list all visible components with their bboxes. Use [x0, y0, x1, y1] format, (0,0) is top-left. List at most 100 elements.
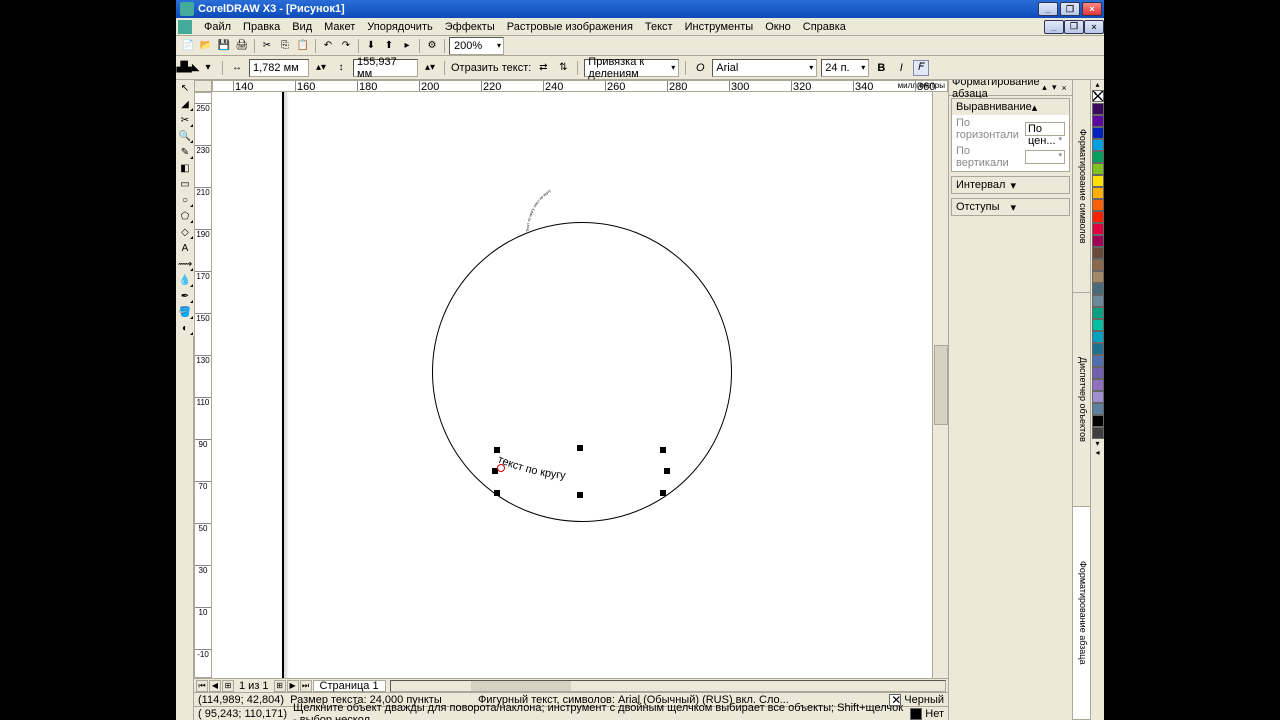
launch-icon[interactable]: ▸ — [399, 38, 415, 54]
spinner-icon[interactable]: ▴▾ — [313, 60, 329, 76]
color-swatch[interactable] — [1092, 151, 1104, 163]
crop-tool[interactable]: ✂ — [176, 112, 194, 128]
doc-minimize[interactable]: _ — [1044, 20, 1064, 34]
menu-file[interactable]: Файл — [198, 20, 237, 34]
color-swatch[interactable] — [1092, 415, 1104, 427]
sel-handle-tl[interactable] — [494, 447, 500, 453]
italic-icon[interactable]: I — [893, 60, 909, 76]
page-add-before-icon[interactable]: ⊞ — [222, 680, 234, 692]
undo-icon[interactable]: ↶ — [320, 38, 336, 54]
color-swatch[interactable] — [1092, 355, 1104, 367]
open-icon[interactable]: 📂 — [198, 38, 214, 54]
copy-icon[interactable]: ⎘ — [277, 38, 293, 54]
menu-layout[interactable]: Макет — [318, 20, 361, 34]
mirror-h-icon[interactable]: ⇄ — [535, 60, 551, 76]
zoom-select[interactable]: 200% — [449, 37, 504, 55]
menu-tools[interactable]: Инструменты — [679, 20, 760, 34]
docker-close-icon[interactable]: × — [1059, 83, 1069, 93]
text-tool[interactable]: A — [176, 240, 194, 256]
menu-arrange[interactable]: Упорядочить — [361, 20, 438, 34]
color-swatch[interactable] — [1092, 103, 1104, 115]
palette-down-icon[interactable]: ▾ — [1091, 439, 1104, 448]
doc-close[interactable]: × — [1084, 20, 1104, 34]
color-swatch[interactable] — [1092, 283, 1104, 295]
ruler-vertical[interactable]: 2502302101901701501301109070503010-10 — [194, 92, 212, 678]
format-icon[interactable]: 𝐹 — [913, 60, 929, 76]
sel-handle-bl[interactable] — [494, 490, 500, 496]
print-icon[interactable]: 🖨 — [234, 38, 250, 54]
freehand-tool[interactable]: ✎ — [176, 144, 194, 160]
fill-swatch[interactable]: ✕ — [889, 694, 901, 706]
outline-swatch[interactable] — [910, 708, 922, 720]
menu-text[interactable]: Текст — [639, 20, 679, 34]
text-start-handle[interactable] — [497, 464, 505, 472]
color-swatch[interactable] — [1092, 307, 1104, 319]
sel-handle-bc[interactable] — [577, 492, 583, 498]
snap-field[interactable]: Привязка к делениям — [584, 59, 679, 77]
canvas[interactable]: Текст по кругу текст по кругу текст по к… — [212, 92, 932, 678]
interactive-tool[interactable]: ⟿ — [176, 256, 194, 272]
menu-bitmaps[interactable]: Растровые изображения — [501, 20, 639, 34]
rectangle-tool[interactable]: ▭ — [176, 176, 194, 192]
dd-icon[interactable]: ▾ — [200, 60, 216, 76]
no-color-swatch[interactable] — [1092, 90, 1104, 102]
color-swatch[interactable] — [1092, 175, 1104, 187]
menu-help[interactable]: Справка — [797, 20, 852, 34]
interactive-fill-tool[interactable]: ◐ — [176, 320, 194, 336]
docker-collapse-icon[interactable]: ▴ — [1040, 82, 1050, 93]
color-swatch[interactable] — [1092, 331, 1104, 343]
dist1-field[interactable]: 1,782 мм — [249, 59, 309, 77]
color-swatch[interactable] — [1092, 427, 1104, 439]
tab-para-format[interactable]: Форматирование абзаца — [1073, 507, 1090, 720]
basic-shapes-tool[interactable]: ◇ — [176, 224, 194, 240]
sel-handle-tc[interactable] — [577, 445, 583, 451]
page-add-after-icon[interactable]: ⊞ — [274, 680, 286, 692]
color-swatch[interactable] — [1092, 127, 1104, 139]
color-swatch[interactable] — [1092, 319, 1104, 331]
docker-title[interactable]: Форматирование абзаца ▴ ▾ × — [949, 80, 1072, 96]
color-swatch[interactable] — [1092, 199, 1104, 211]
color-swatch[interactable] — [1092, 403, 1104, 415]
color-swatch[interactable] — [1092, 259, 1104, 271]
import-icon[interactable]: ⬇ — [363, 38, 379, 54]
mirror-v-icon[interactable]: ⇅ — [555, 60, 571, 76]
color-swatch[interactable] — [1092, 139, 1104, 151]
text-on-path-top[interactable]: Текст по кругу текст по кругу — [422, 172, 732, 272]
docker-interval-header[interactable]: Интервал▾ — [952, 177, 1069, 193]
zoom-tool[interactable]: 🔍 — [176, 128, 194, 144]
page-last-icon[interactable]: ⏭ — [300, 680, 312, 692]
close-button[interactable]: × — [1082, 2, 1102, 16]
page-prev-icon[interactable]: ◀ — [209, 680, 221, 692]
menu-window[interactable]: Окно — [759, 20, 797, 34]
palette-flyout-icon[interactable]: ◂ — [1091, 448, 1104, 457]
docker-indents-header[interactable]: Отступы▾ — [952, 199, 1069, 215]
page-next-icon[interactable]: ▶ — [287, 680, 299, 692]
menu-effects[interactable]: Эффекты — [439, 20, 501, 34]
shape-tool[interactable]: ◢ — [176, 96, 194, 112]
color-swatch[interactable] — [1092, 295, 1104, 307]
color-swatch[interactable] — [1092, 115, 1104, 127]
bold-icon[interactable]: B — [873, 60, 889, 76]
tab-char-format[interactable]: Форматирование символов — [1073, 80, 1090, 293]
doc-restore[interactable]: ❐ — [1064, 20, 1084, 34]
redo-icon[interactable]: ↷ — [338, 38, 354, 54]
hscrollbar[interactable] — [390, 680, 946, 692]
horiz-select[interactable]: По цен... — [1025, 122, 1065, 136]
save-icon[interactable]: 💾 — [216, 38, 232, 54]
text-on-path-bottom[interactable]: текст по кругу — [492, 447, 672, 497]
minimize-button[interactable]: _ — [1038, 2, 1058, 16]
paste-icon[interactable]: 📋 — [295, 38, 311, 54]
spinner2-icon[interactable]: ▴▾ — [422, 60, 438, 76]
smart-fill-tool[interactable]: ◧ — [176, 160, 194, 176]
docker-alignment-header[interactable]: Выравнивание▴ — [952, 99, 1069, 115]
ruler-horizontal[interactable]: миллиметры 14016018020022024026028030032… — [212, 80, 948, 92]
color-swatch[interactable] — [1092, 187, 1104, 199]
text-orientation-icon[interactable]: ▟▙◣ — [180, 60, 196, 76]
color-swatch[interactable] — [1092, 247, 1104, 259]
color-swatch[interactable] — [1092, 211, 1104, 223]
color-swatch[interactable] — [1092, 343, 1104, 355]
export-icon[interactable]: ⬆ — [381, 38, 397, 54]
color-swatch[interactable] — [1092, 367, 1104, 379]
page-tab[interactable]: Страница 1 — [313, 680, 386, 692]
font-select[interactable]: Arial — [712, 59, 817, 77]
